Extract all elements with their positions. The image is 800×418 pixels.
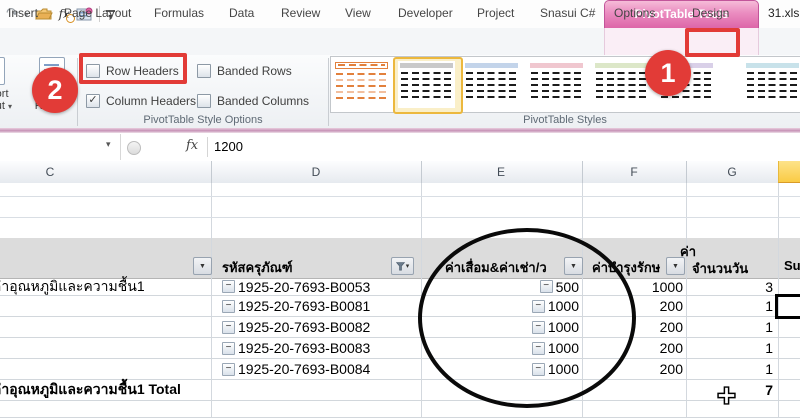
formula-bar-value[interactable]: 1200 (214, 139, 243, 154)
formula-bar: ▾ fx 1200 (0, 133, 800, 162)
name-box-dropdown-icon[interactable]: ▾ (106, 139, 111, 150)
collapse-button[interactable]: − (222, 280, 235, 293)
group-separator (328, 58, 329, 126)
cell-days: 1 (686, 317, 778, 337)
banded-columns-label: Banded Columns (217, 94, 309, 108)
banded-rows-checkbox[interactable]: Banded Rows (197, 64, 292, 78)
cell-days: 1 (686, 338, 778, 358)
name-box-border (120, 134, 121, 160)
tab-options[interactable]: Options (614, 0, 655, 27)
pivot-row[interactable]: −1925-20-7693-B0083 −1000 200 1 (0, 338, 800, 359)
pivot-row[interactable]: −1925-20-7693-B0084 −1000 200 1 (0, 359, 800, 380)
report-layout-button[interactable]: Report Layout ▾ (0, 57, 18, 113)
cell-code: −1925-20-7693-B0081 (211, 296, 421, 316)
filter-dropdown-f[interactable]: ▼ (666, 257, 685, 275)
cell-code: −1925-20-7693-B0082 (211, 317, 421, 337)
column-headers-label: Column Headers (106, 94, 196, 108)
selected-cell-border[interactable] (775, 294, 800, 319)
column-headers-checkbox[interactable]: ✓ Column Headers (86, 94, 196, 108)
filter-funnel-d[interactable]: ▾ (391, 257, 414, 275)
column-divider (582, 161, 583, 183)
style-thumbnail-blue[interactable] (463, 61, 520, 108)
column-header-g[interactable]: G (712, 161, 752, 183)
pivot-row[interactable]: −1925-20-7693-B0081 −1000 200 1 (0, 296, 800, 317)
gridline (0, 196, 800, 197)
tab-review[interactable]: Review (281, 0, 320, 27)
style-thumbnail-pink[interactable] (528, 61, 585, 108)
tab-project[interactable]: Project (477, 0, 514, 27)
annotation-box-design-tab (685, 28, 740, 57)
tab-snasui[interactable]: Snasui C# (540, 0, 595, 27)
tab-data[interactable]: Data (229, 0, 254, 27)
cell-row-label: ค่าอุณหภูมิและความชื้น1 (0, 278, 211, 295)
filter-dropdown-c[interactable]: ▼ (193, 257, 212, 275)
pivot-row[interactable]: −1925-20-7693-B0082 −1000 200 1 (0, 317, 800, 338)
cell-code: −1925-20-7693-B0053 (211, 278, 421, 295)
tab-design[interactable]: Design (692, 0, 729, 27)
cell-days: 1 (686, 296, 778, 316)
pivot-header-sum-clipped: Su (784, 258, 800, 273)
column-header-h-selected[interactable] (778, 161, 800, 183)
tab-insert[interactable]: Insert (8, 0, 38, 27)
column-divider (211, 161, 212, 183)
checkbox-checked-icon: ✓ (86, 94, 100, 108)
style-thumbnail-orange[interactable] (333, 61, 390, 108)
tab-view[interactable]: View (345, 0, 371, 27)
collapse-button[interactable]: − (222, 300, 235, 313)
collapse-button[interactable]: − (222, 321, 235, 334)
banded-columns-checkbox[interactable]: Banded Columns (197, 94, 309, 108)
style-thumbnail-teal[interactable] (744, 61, 800, 108)
column-divider (421, 161, 422, 183)
funnel-icon (396, 262, 405, 271)
pivot-header-days-line2: จำนวนวัน (692, 258, 748, 279)
annotation-box-row-headers (79, 53, 187, 84)
cell-total-label: ค่าอุณหภูมิและความชื้น1 Total (0, 380, 211, 400)
document-title: 31.xls (768, 6, 799, 20)
column-header-d[interactable]: D (296, 161, 336, 183)
formula-bar-handle[interactable] (127, 141, 141, 155)
tab-formulas[interactable]: Formulas (154, 0, 204, 27)
tab-developer[interactable]: Developer (398, 0, 453, 27)
style-thumbnail-green[interactable] (593, 61, 650, 108)
insert-function-fx-icon[interactable]: fx (186, 138, 198, 153)
cell-cursor-icon (717, 386, 736, 405)
column-header-e[interactable]: E (481, 161, 521, 183)
chevron-down-icon: ▾ (8, 102, 12, 111)
pivottable-styles-gallery (330, 56, 800, 113)
banded-rows-label: Banded Rows (217, 64, 292, 78)
empty-row[interactable] (0, 401, 800, 418)
step-1-badge: 1 (645, 50, 691, 96)
report-layout-icon (0, 57, 5, 85)
cell-days: 1 (686, 359, 778, 379)
pivot-header-code: รหัสครุภัณฑ์ (222, 257, 293, 278)
pivot-total-row[interactable]: ค่าอุณหภูมิและความชื้น1 Total 7 (0, 380, 800, 401)
column-header-c[interactable]: C (30, 161, 70, 183)
pivottable-styles-group-label: PivotTable Styles (330, 114, 800, 126)
tab-page-layout[interactable]: Page Layout (64, 0, 131, 27)
style-thumbnail-selected[interactable] (393, 57, 463, 114)
cell-code: −1925-20-7693-B0083 (211, 338, 421, 358)
formula-bar-separator (207, 137, 208, 157)
column-header-strip: C D E F G (0, 161, 800, 184)
collapse-button[interactable]: − (222, 342, 235, 355)
spreadsheet-grid[interactable]: รหัสครุภัณฑ์ ค่าเสื่อม&ค่าเช่า/ว ค่าบำรุ… (0, 183, 800, 418)
pivot-row[interactable]: ค่าอุณหภูมิและความชื้น1 −1925-20-7693-B0… (0, 278, 800, 296)
checkbox-icon (197, 94, 211, 108)
style-options-group-label: PivotTable Style Options (78, 114, 328, 126)
checkbox-icon (197, 64, 211, 78)
gridline (0, 217, 800, 218)
column-divider (686, 161, 687, 183)
cell-code: −1925-20-7693-B0084 (211, 359, 421, 379)
step-2-badge: 2 (32, 67, 78, 113)
column-header-f[interactable]: F (614, 161, 654, 183)
annotation-ellipse (418, 228, 636, 408)
collapse-button[interactable]: − (222, 363, 235, 376)
cell-days: 3 (686, 278, 778, 295)
